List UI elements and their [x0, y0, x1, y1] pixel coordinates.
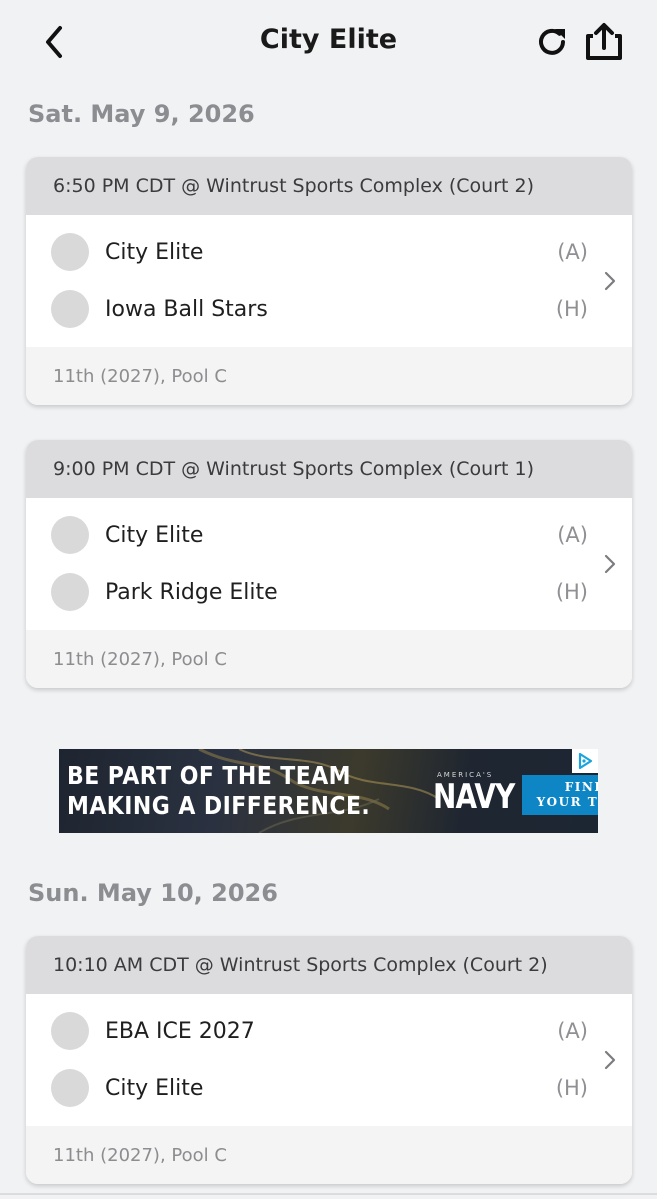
game-teams: City Elite (A) Iowa Ball Stars (H)	[26, 215, 632, 347]
team-row: City Elite (A)	[26, 223, 596, 281]
team-name: City Elite	[105, 239, 204, 265]
day-heading: Sat. May 9, 2026	[28, 100, 255, 128]
team-row: City Elite (H)	[26, 1059, 596, 1117]
ad-line-2: MAKING A DIFFERENCE.	[67, 791, 371, 820]
team-logo	[51, 1069, 89, 1107]
chevron-right-icon[interactable]	[602, 1046, 618, 1074]
game-time-location: 10:10 AM CDT @ Wintrust Sports Complex (…	[26, 936, 632, 994]
game-time-location: 6:50 PM CDT @ Wintrust Sports Complex (C…	[26, 157, 632, 215]
team-logo	[51, 233, 89, 271]
app-header: City Elite	[0, 0, 657, 84]
team-side: (H)	[555, 297, 588, 321]
game-card[interactable]: 9:00 PM CDT @ Wintrust Sports Complex (C…	[26, 440, 632, 688]
team-logo	[51, 290, 89, 328]
game-card[interactable]: 6:50 PM CDT @ Wintrust Sports Complex (C…	[26, 157, 632, 405]
team-side: (A)	[557, 1019, 588, 1043]
team-side: (A)	[557, 523, 588, 547]
team-row: Park Ridge Elite (H)	[26, 563, 596, 621]
chevron-right-icon[interactable]	[602, 267, 618, 295]
ad-banner[interactable]: BE PART OF THE TEAM MAKING A DIFFERENCE.…	[59, 749, 598, 833]
game-division: 11th (2027), Pool C	[26, 1126, 632, 1184]
team-logo	[51, 516, 89, 554]
refresh-button[interactable]	[533, 22, 573, 62]
chevron-right-icon[interactable]	[602, 550, 618, 578]
team-name: City Elite	[105, 522, 204, 548]
ad-choices-icon[interactable]	[572, 749, 598, 773]
team-side: (H)	[555, 580, 588, 604]
team-row: City Elite (A)	[26, 506, 596, 564]
ad-cta-button[interactable]: FIND YOUR TEAM	[522, 775, 598, 815]
ad-headline: BE PART OF THE TEAM MAKING A DIFFERENCE.	[67, 761, 370, 821]
game-time-location: 9:00 PM CDT @ Wintrust Sports Complex (C…	[26, 440, 632, 498]
team-side: (A)	[557, 240, 588, 264]
game-card[interactable]: 10:10 AM CDT @ Wintrust Sports Complex (…	[26, 936, 632, 1184]
refresh-icon	[539, 28, 565, 55]
team-name: Iowa Ball Stars	[105, 296, 268, 322]
game-teams: City Elite (A) Park Ridge Elite (H)	[26, 498, 632, 630]
ad-brand: NAVY	[433, 777, 515, 817]
ad-cta-line-1: FIND	[564, 780, 598, 794]
team-name: City Elite	[105, 1075, 204, 1101]
team-row: EBA ICE 2027 (A)	[26, 1002, 596, 1060]
ad-line-1: BE PART OF THE TEAM	[67, 761, 352, 790]
ad-cta-line-2: YOUR TEAM	[536, 795, 598, 809]
team-name: EBA ICE 2027	[105, 1018, 255, 1044]
game-teams: EBA ICE 2027 (A) City Elite (H)	[26, 994, 632, 1126]
team-logo	[51, 1012, 89, 1050]
game-division: 11th (2027), Pool C	[26, 630, 632, 688]
team-row: Iowa Ball Stars (H)	[26, 280, 596, 338]
team-logo	[51, 573, 89, 611]
share-icon	[586, 23, 622, 60]
team-name: Park Ridge Elite	[105, 579, 278, 605]
game-division: 11th (2027), Pool C	[26, 347, 632, 405]
day-heading: Sun. May 10, 2026	[28, 879, 278, 907]
team-side: (H)	[555, 1076, 588, 1100]
share-button[interactable]	[582, 20, 626, 64]
divider	[0, 1193, 657, 1195]
